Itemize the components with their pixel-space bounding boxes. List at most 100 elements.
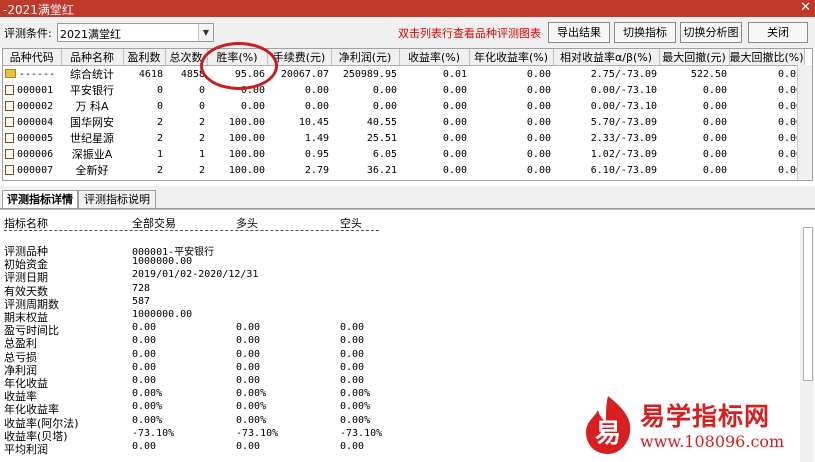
table-cell: 2	[156, 132, 163, 144]
detail-row: 评测日期 2019/01/02-2020/12/31	[4, 269, 794, 284]
highlight-circle	[200, 42, 278, 90]
condition-label: 评测条件:	[4, 27, 52, 40]
detail-value: 0.00	[236, 375, 261, 386]
grid-col-header[interactable]: 收益率(%)	[399, 49, 470, 66]
detail-value: 0.00	[236, 441, 261, 452]
detail-row: 有效天数 728	[4, 282, 794, 298]
table-cell: 0.00	[207, 178, 267, 180]
detail-value: -73.10%	[340, 427, 383, 439]
table-row[interactable]: ------ 综合统计 4618 4858 95.06 20067.07 250989.95…	[3, 66, 804, 83]
switch-indicator-button[interactable]: 切换指标	[614, 22, 676, 43]
grid-col-header[interactable]: 品种代码	[3, 49, 62, 66]
table-cell: 0.00	[526, 164, 551, 176]
detail-row: 初始资金 1000000.00	[4, 256, 794, 271]
table-cell: 0	[123, 178, 165, 180]
chevron-down-icon[interactable]: ▼	[198, 24, 213, 41]
detail-value: 0.00	[340, 322, 365, 334]
detail-value: 0.00	[132, 375, 157, 386]
grid-col-header[interactable]: 年化收益率(%)	[469, 49, 554, 66]
condition-combo[interactable]: 2021满堂红 ▼	[57, 23, 214, 42]
table-cell: 0.00/-73.10	[553, 178, 659, 180]
detail-value: 0.00%	[340, 388, 371, 400]
detail-value: 1000000.00	[132, 256, 193, 268]
detail-value: 2019/01/02-2020/12/31	[132, 269, 259, 281]
detail-value: 0.00	[132, 322, 157, 334]
detail-value: -73.10%	[132, 427, 175, 439]
grid-col-header[interactable]: 相对收益率α/β(%)	[553, 49, 660, 66]
detail-value: 728	[132, 282, 151, 294]
detail-value: 0.00	[132, 348, 157, 360]
table-cell: 4618	[138, 68, 163, 80]
table-cell: 0	[165, 178, 207, 180]
table-cell: 0.00	[702, 116, 727, 128]
table-cell: 100.00	[228, 132, 265, 144]
table-cell: 0.00	[331, 178, 399, 180]
detail-row: 总亏损 0.00 0.00 0.00	[4, 348, 794, 364]
table-cell: 0.00	[240, 100, 265, 112]
detail-row: 盈亏时间比 0.00 0.00 0.00	[4, 322, 794, 337]
table-row[interactable]: 000002 万 科A 0 0 0.00 0.00 0.00 0.00 0.00 0.00/-73…	[3, 98, 804, 114]
tab-bar: 评测指标详情 评测指标说明	[0, 186, 815, 209]
close-button[interactable]: 关闭	[748, 22, 808, 43]
table-cell: 0.00	[526, 84, 551, 96]
grid-col-header[interactable]: 最大回撤比(%)	[729, 49, 805, 66]
table-row[interactable]: 000001 平安银行 0 0 0.00 0.00 0.00 0.00 0.00 0.00/-73…	[3, 82, 804, 98]
detail-value: 0.00	[132, 441, 157, 452]
table-row[interactable]: 000005 世纪星源 2 2 100.00 1.49 25.51 0.00 0.00 2.33/…	[3, 130, 804, 146]
table-row[interactable]: 000004 国华网安 2 2 100.00 10.45 40.55 0.00 0.00 5.70…	[3, 114, 804, 130]
detail-value: 0.00	[132, 335, 157, 347]
detail-value: 0.00%	[236, 401, 267, 413]
switch-chart-button[interactable]: 切换分析图	[680, 22, 742, 43]
logo-char: 易	[595, 419, 621, 449]
table-cell: 0.00	[777, 164, 803, 176]
close-icon[interactable]: ✕	[800, 0, 811, 15]
table-cell: 0.00	[304, 84, 329, 96]
table-cell: 2.75/-73.09	[590, 68, 657, 80]
detail-label: 平均利润	[4, 443, 48, 456]
detail-value: 0.00	[236, 322, 261, 334]
condition-value: 2021满堂红	[60, 28, 121, 41]
export-button[interactable]: 导出结果	[548, 22, 610, 43]
detail-value: 0.00%	[340, 414, 371, 426]
table-cell: 0.00	[777, 132, 803, 144]
scroll-thumb[interactable]	[803, 227, 813, 381]
detail-value: 1000000.00	[132, 309, 193, 320]
grid-col-header[interactable]: 净利润(元)	[331, 49, 400, 66]
detail-value: 0.00%	[132, 388, 163, 400]
table-cell: 0	[198, 84, 205, 96]
title-bar: -2021满堂红 ✕	[0, 0, 815, 17]
detail-row: 评测品种 000001-平安银行	[4, 243, 794, 258]
header-long: 多头	[236, 217, 258, 230]
table-cell: 0.00	[659, 178, 729, 180]
grid-scrollbar[interactable]	[797, 65, 812, 180]
detail-value: 0.00%	[340, 401, 371, 413]
table-cell: 1.49	[304, 132, 329, 144]
table-cell: 25.51	[366, 132, 397, 144]
results-grid[interactable]: 品种代码 品种名称 盈利数 总次数 胜率(%) 手续费(元) 净利润(元) 收益率(%) 年化收…	[2, 48, 813, 181]
table-row[interactable]: 000008神州高铁000.000.000.000.000.000.00/-73…	[3, 178, 804, 180]
detail-value: 0.00%	[236, 414, 267, 426]
detail-value: 0.00	[236, 348, 261, 360]
hint-text: 双击列表行查看品种评测图表	[398, 27, 541, 40]
detail-value: 0.00	[340, 348, 365, 360]
cell-code: 000005	[17, 132, 54, 144]
table-cell: 10.45	[298, 116, 329, 128]
table-cell: 0.00	[267, 178, 331, 180]
detail-row: 净利润 0.00 0.00 0.00	[4, 362, 794, 377]
table-row[interactable]: 000006 深振业A 1 1 100.00 0.95 6.05 0.00 0.00 1.02/-…	[3, 146, 804, 162]
tab-details[interactable]: 评测指标详情	[2, 190, 78, 208]
cell-code: 000007	[17, 164, 54, 176]
table-row[interactable]: 000007 全新好 2 2 100.00 2.79 36.21 0.00 0.00 6.10/-…	[3, 162, 804, 178]
table-cell: 2	[156, 116, 163, 128]
grid-col-header[interactable]: 盈利数	[123, 49, 166, 66]
table-cell: 0.00	[729, 178, 804, 180]
detail-value: -73.10%	[236, 427, 279, 439]
table-cell: 250989.95	[342, 68, 397, 80]
table-cell: 1.02/-73.09	[590, 148, 657, 160]
grid-col-header[interactable]: 最大回撤(元)	[659, 49, 730, 66]
table-cell: 0.00	[442, 148, 467, 160]
grid-col-header[interactable]: 品种名称	[61, 49, 124, 66]
table-cell: 1	[156, 148, 163, 160]
tab-explanation[interactable]: 评测指标说明	[78, 190, 156, 208]
table-cell: 36.21	[366, 164, 397, 176]
